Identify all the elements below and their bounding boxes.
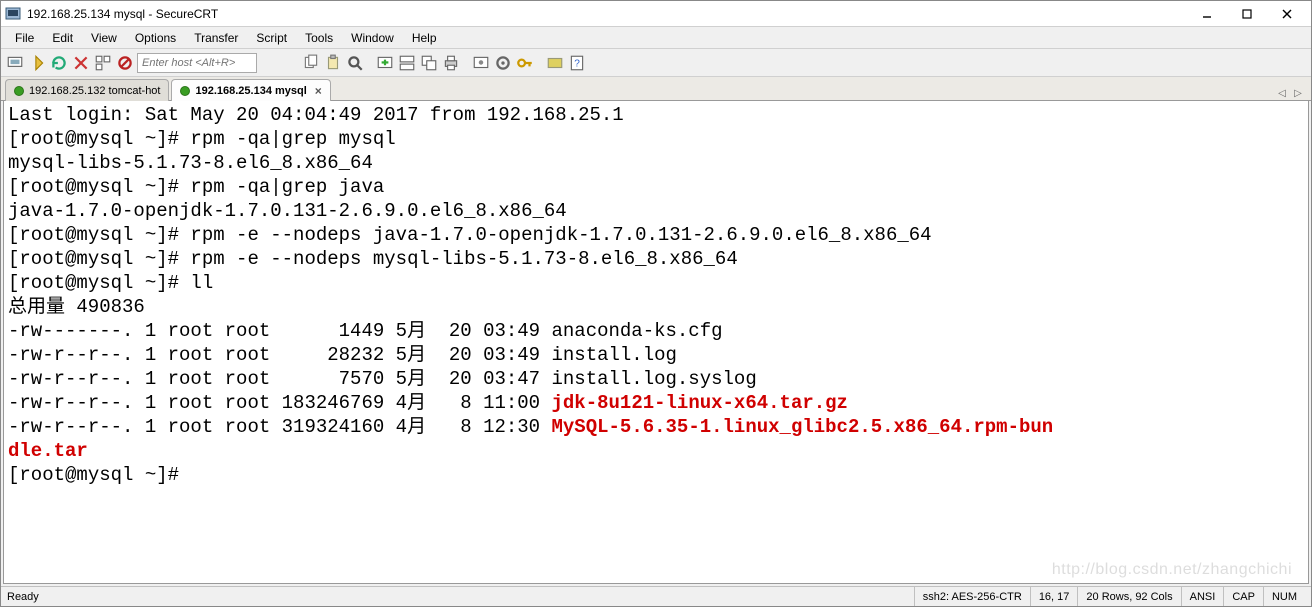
sftp-icon[interactable] — [545, 53, 565, 73]
menu-options[interactable]: Options — [127, 29, 184, 47]
help-icon[interactable]: ? — [567, 53, 587, 73]
host-input[interactable] — [137, 53, 257, 73]
tab-prev-icon[interactable]: ◁ — [1275, 86, 1289, 100]
session-tabs: 192.168.25.132 tomcat-hot 192.168.25.134… — [1, 77, 1311, 101]
tab-next-icon[interactable]: ▷ — [1291, 86, 1305, 100]
status-dot-icon — [180, 86, 190, 96]
status-caplock: CAP — [1223, 587, 1263, 606]
maximize-button[interactable] — [1227, 2, 1267, 26]
menu-transfer[interactable]: Transfer — [186, 29, 246, 47]
key-icon[interactable] — [515, 53, 535, 73]
session-tab-label: 192.168.25.134 mysql — [195, 85, 306, 97]
status-connection: ssh2: AES-256-CTR — [914, 587, 1030, 606]
status-ready: Ready — [7, 587, 47, 606]
tab-nav: ◁ ▷ — [1275, 84, 1307, 100]
connect-icon[interactable] — [5, 53, 25, 73]
cascade-icon[interactable] — [419, 53, 439, 73]
session-tab-1[interactable]: 192.168.25.134 mysql × — [171, 79, 330, 101]
session-tab-label: 192.168.25.132 tomcat-hot — [29, 85, 160, 97]
options-icon[interactable] — [471, 53, 491, 73]
copy-icon[interactable] — [301, 53, 321, 73]
statusbar: Ready ssh2: AES-256-CTR 16, 17 20 Rows, … — [1, 586, 1311, 606]
close-icon[interactable]: × — [315, 84, 322, 98]
menu-edit[interactable]: Edit — [44, 29, 81, 47]
close-button[interactable] — [1267, 2, 1307, 26]
cancel-icon[interactable] — [115, 53, 135, 73]
status-encoding: ANSI — [1181, 587, 1224, 606]
menu-tools[interactable]: Tools — [297, 29, 341, 47]
menu-window[interactable]: Window — [343, 29, 402, 47]
find-icon[interactable] — [345, 53, 365, 73]
app-icon — [5, 6, 21, 22]
minimize-button[interactable] — [1187, 2, 1227, 26]
menu-view[interactable]: View — [83, 29, 125, 47]
quick-connect-icon[interactable] — [27, 53, 47, 73]
window-controls — [1187, 2, 1307, 26]
status-dot-icon — [14, 86, 24, 96]
menu-script[interactable]: Script — [248, 29, 295, 47]
terminal-output: Last login: Sat May 20 04:04:49 2017 fro… — [4, 101, 1308, 489]
status-size: 20 Rows, 92 Cols — [1077, 587, 1180, 606]
print-icon[interactable] — [441, 53, 461, 73]
menu-help[interactable]: Help — [404, 29, 445, 47]
menubar: File Edit View Options Transfer Script T… — [1, 27, 1311, 49]
svg-text:?: ? — [574, 58, 580, 69]
watermark: http://blog.csdn.net/zhangchichi — [1052, 561, 1292, 579]
reconnect-icon[interactable] — [49, 53, 69, 73]
titlebar: 192.168.25.134 mysql - SecureCRT — [1, 1, 1311, 27]
toolbar: ? — [1, 49, 1311, 77]
new-session-icon[interactable] — [375, 53, 395, 73]
window-title: 192.168.25.134 mysql - SecureCRT — [27, 7, 1187, 21]
disconnect-icon[interactable] — [71, 53, 91, 73]
paste-icon[interactable] — [323, 53, 343, 73]
menu-file[interactable]: File — [7, 29, 42, 47]
tile-icon[interactable] — [397, 53, 417, 73]
status-cursor: 16, 17 — [1030, 587, 1078, 606]
terminal-area[interactable]: Last login: Sat May 20 04:04:49 2017 fro… — [3, 101, 1309, 584]
settings-icon[interactable] — [493, 53, 513, 73]
session-manager-icon[interactable] — [93, 53, 113, 73]
status-numlock: NUM — [1263, 587, 1305, 606]
session-tab-0[interactable]: 192.168.25.132 tomcat-hot — [5, 79, 169, 101]
